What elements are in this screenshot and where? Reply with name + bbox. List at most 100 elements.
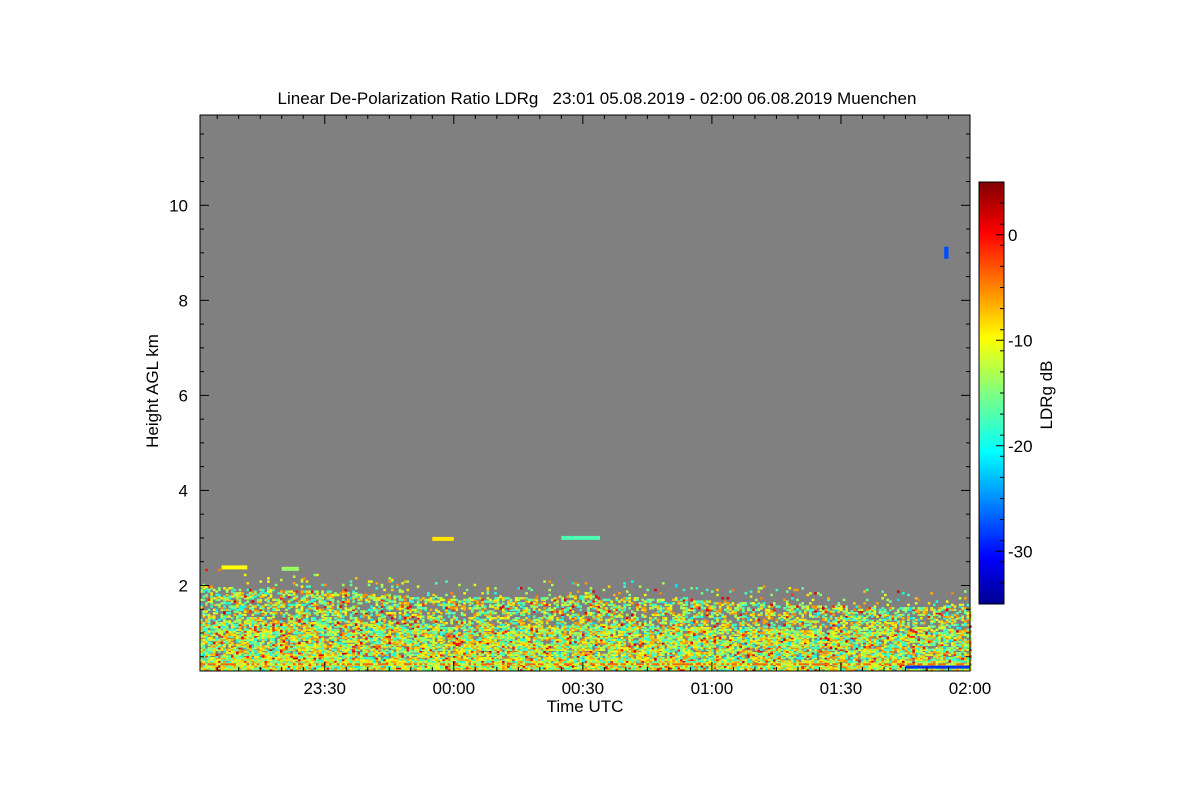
ldr-pixel <box>344 640 348 643</box>
ldr-pixel <box>491 648 495 651</box>
ldr-pixel <box>269 588 273 592</box>
ldr-pixel <box>401 602 404 605</box>
ldr-pixel <box>256 610 260 613</box>
ldr-pixel <box>259 588 262 592</box>
ldr-pixel <box>579 648 582 651</box>
ldr-pixel <box>491 600 495 603</box>
ldr-pixel <box>215 603 219 607</box>
ldr-pixel <box>532 598 536 602</box>
ldr-pixel <box>380 622 384 625</box>
ldr-pixel <box>357 652 360 655</box>
ldr-pixel <box>489 623 492 627</box>
ldr-pixel <box>540 658 544 661</box>
ldr-pixel <box>403 598 407 602</box>
ldr-pixel <box>347 620 350 623</box>
ldr-pixel <box>236 648 239 651</box>
ldr-pixel <box>287 593 291 597</box>
ldr-pixel <box>277 627 280 630</box>
ldr-pixel <box>210 585 213 588</box>
ldr-pixel <box>215 597 219 600</box>
ldr-pixel <box>323 643 327 647</box>
ldr-pixel <box>380 595 384 598</box>
ldr-pixel <box>344 603 348 607</box>
ldr-pixel <box>300 625 304 628</box>
ldr-pixel <box>393 612 397 615</box>
ldr-pixel <box>347 653 350 656</box>
ldr-pixel <box>391 625 394 628</box>
ldr-pixel <box>316 590 319 593</box>
ldr-pixel <box>205 610 208 613</box>
ldr-pixel <box>551 627 554 630</box>
ldr-pixel <box>316 607 319 610</box>
ldr-pixel <box>522 628 526 632</box>
ldr-pixel <box>372 627 376 630</box>
ldr-pixel <box>437 623 441 627</box>
ldr-pixel <box>236 608 239 612</box>
ldr-pixel <box>486 600 490 603</box>
ldr-pixel <box>486 615 490 618</box>
ldr-pixel <box>243 613 247 617</box>
ldr-pixel <box>553 602 557 605</box>
ldr-pixel <box>354 652 358 655</box>
ldr-pixel <box>594 602 598 605</box>
ldr-pixel <box>205 618 208 622</box>
ldr-pixel <box>409 623 412 627</box>
ldr-pixel <box>385 652 389 655</box>
ldr-pixel <box>471 635 474 638</box>
ldr-pixel <box>406 658 410 661</box>
ldr-pixel <box>574 595 577 598</box>
ldr-pixel <box>450 653 453 656</box>
ldr-pixel <box>280 630 283 633</box>
ldr-pixel <box>600 605 603 608</box>
ldr-pixel <box>391 650 394 653</box>
ldr-pixel <box>403 595 407 598</box>
ldr-pixel <box>277 608 280 612</box>
ldr-pixel <box>207 613 211 617</box>
ldr-pixel <box>249 652 252 655</box>
ldr-pixel <box>300 585 304 588</box>
ldr-pixel <box>455 617 459 620</box>
ldr-pixel <box>215 593 219 597</box>
ldr-pixel <box>326 602 330 605</box>
ldr-pixel <box>460 622 464 625</box>
ldr-pixel <box>367 623 371 627</box>
ldr-pixel <box>589 590 593 593</box>
ldr-pixel <box>571 600 575 603</box>
ldr-pixel <box>357 607 360 610</box>
ldr-pixel <box>517 620 521 623</box>
ldr-pixel <box>336 593 340 597</box>
ldr-pixel <box>308 585 311 588</box>
ldr-pixel <box>295 590 299 593</box>
ldr-pixel <box>287 625 291 628</box>
ldr-pixel <box>347 592 350 595</box>
ldr-pixel <box>300 615 304 618</box>
ldr-pixel <box>530 625 533 628</box>
ldr-pixel <box>545 597 549 600</box>
ldr-pixel <box>352 595 355 598</box>
ldr-pixel <box>509 645 513 648</box>
ldr-pixel <box>589 587 593 590</box>
ldr-pixel <box>287 590 291 593</box>
ldr-pixel <box>329 617 332 620</box>
ldr-pixel <box>385 602 389 605</box>
ldr-pixel <box>391 617 394 620</box>
ldr-pixel <box>228 612 231 615</box>
ldr-pixel <box>442 627 446 630</box>
ldr-pixel <box>383 615 386 618</box>
ldr-pixel <box>522 602 526 605</box>
ldr-pixel <box>411 625 415 628</box>
ldr-pixel <box>354 592 358 595</box>
ldr-pixel <box>468 607 471 610</box>
ldr-pixel <box>277 620 280 623</box>
ldr-pixel <box>256 650 260 653</box>
ldr-pixel <box>305 655 309 658</box>
ldr-pixel <box>561 618 564 622</box>
ldr-pixel <box>313 602 317 605</box>
ldr-pixel <box>452 607 456 610</box>
ldr-pixel <box>388 630 391 633</box>
ldr-pixel <box>261 593 265 597</box>
ldr-pixel <box>579 640 582 643</box>
ldr-pixel <box>419 658 422 661</box>
ldr-pixel <box>380 627 384 630</box>
ldr-pixel <box>416 666 420 670</box>
